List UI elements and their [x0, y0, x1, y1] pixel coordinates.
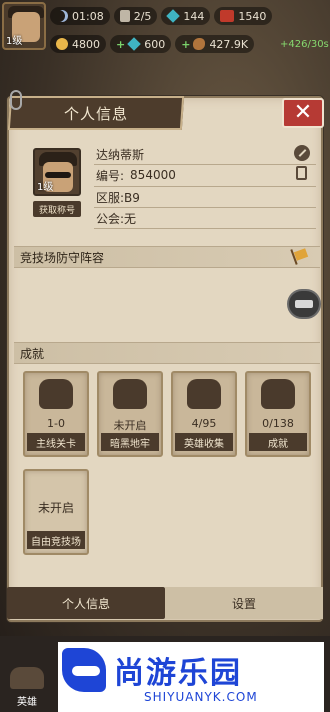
watermark-logo: 尚游乐园 SHIYUANYK.COM	[58, 642, 324, 712]
watermark-name: 尚游乐园	[114, 656, 242, 691]
gem-icon	[166, 9, 181, 23]
skull-icon	[39, 379, 73, 409]
time-pill: 01:08	[50, 7, 110, 25]
watermark-url: SHIYUANYK.COM	[144, 690, 258, 704]
achievement-card-achievements[interactable]: 0/138 成就	[245, 371, 311, 457]
copy-icon[interactable]	[296, 166, 307, 180]
card-value: 4/95	[191, 417, 217, 430]
player-avatar[interactable]: 1级	[33, 148, 81, 196]
red-value: 1540	[238, 9, 267, 23]
moon-icon	[56, 10, 68, 22]
cards-value: 2/5	[133, 9, 152, 23]
card-label: 自由竞技场	[27, 531, 85, 549]
player-name: 达纳蒂斯	[96, 147, 145, 162]
cards-pill: 2/5	[113, 7, 158, 25]
card-value: 0/138	[262, 417, 294, 430]
divider	[94, 186, 316, 187]
hat-icon	[10, 667, 44, 689]
achievement-card-free-arena[interactable]: 未开启 自由竞技场	[23, 469, 89, 555]
cowboy-icon	[187, 379, 221, 409]
avatar-level: 1级	[37, 182, 54, 193]
tab-settings[interactable]: 设置	[165, 587, 323, 619]
plus-icon: +	[181, 37, 191, 51]
id-label: 编号:	[96, 168, 125, 183]
card-value: 1-0	[47, 417, 65, 430]
card-value: 未开启	[37, 501, 74, 515]
achievement-card-dark-dungeon[interactable]: 未开启 暗黑地牢	[97, 371, 163, 457]
card-label: 成就	[249, 433, 307, 451]
edit-name-icon[interactable]	[294, 145, 310, 161]
gems-value: 600	[144, 37, 166, 51]
income-value: +426/30s	[280, 38, 329, 50]
player-avatar-hud[interactable]: 1级	[2, 2, 46, 50]
paperclip-icon	[10, 90, 22, 110]
plus-icon: +	[116, 37, 126, 51]
logo-mark-icon	[62, 648, 106, 692]
gems-pill[interactable]: + 600	[110, 35, 172, 53]
flag-icon[interactable]	[290, 248, 309, 265]
cards-icon	[119, 10, 130, 22]
player-id-row: 编号: 854000	[96, 166, 176, 184]
trophy-icon	[261, 379, 295, 409]
arena-section-title: 竞技场防守阵容	[20, 250, 105, 265]
coins-value: 4800	[72, 37, 100, 51]
divider	[94, 228, 316, 229]
hero-label: 英雄	[17, 697, 37, 708]
achievement-card-main-stage[interactable]: 1-0 主线关卡	[23, 371, 89, 457]
tank-icon[interactable]	[287, 289, 321, 319]
get-title-button[interactable]: 获取称号	[33, 201, 81, 217]
treasure-icon	[220, 10, 235, 22]
gem-icon	[127, 37, 142, 51]
divider	[94, 164, 316, 165]
achievements-section-header	[14, 342, 320, 364]
wood-pill[interactable]: + 427.9K	[175, 35, 255, 53]
resource-icon	[193, 38, 206, 50]
coin-icon	[56, 38, 68, 50]
hero-nav-button[interactable]: 英雄	[6, 652, 48, 708]
panel-title: 个人信息	[63, 104, 128, 123]
close-button[interactable]: ✕	[282, 98, 324, 128]
card-label: 主线关卡	[27, 433, 85, 451]
card-label: 暗黑地牢	[101, 433, 159, 451]
wood-value: 427.9K	[209, 37, 249, 51]
guild-info: 公会:无	[96, 211, 137, 226]
tab-profile[interactable]: 个人信息	[7, 587, 165, 619]
achievements-section-title: 成就	[20, 346, 45, 361]
top-hud: 1级 01:08 2/5 144 1540 4800 + 600 + 427.9…	[0, 0, 330, 62]
id-value: 854000	[130, 168, 176, 182]
bottom-tabs: 个人信息 设置	[7, 587, 323, 619]
castle-icon	[113, 379, 147, 409]
card-label: 英雄收集	[175, 433, 233, 451]
card-value: 未开启	[113, 419, 147, 432]
gems-top-pill: 144	[161, 7, 211, 25]
red-pill[interactable]: 1540	[214, 7, 273, 25]
achievement-card-hero-collection[interactable]: 4/95 英雄收集	[171, 371, 237, 457]
server-info: 区服:B9	[96, 190, 140, 205]
close-icon: ✕	[293, 100, 313, 125]
divider	[94, 207, 316, 208]
coins-pill: 4800	[50, 35, 106, 53]
hud-level: 1级	[6, 36, 23, 47]
time-value: 01:08	[72, 9, 104, 23]
gems-top-value: 144	[183, 9, 205, 23]
